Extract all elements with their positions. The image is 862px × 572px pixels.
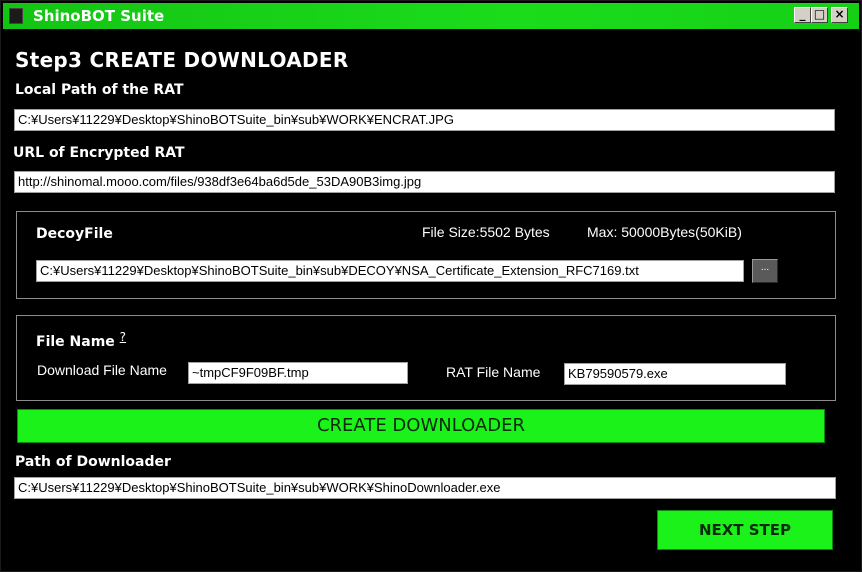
page-title: Step3 CREATE DOWNLOADER bbox=[15, 48, 349, 72]
local-path-field[interactable]: C:¥Users¥11229¥Desktop¥ShinoBOTSuite_bin… bbox=[14, 109, 835, 131]
download-file-name-label: Download File Name bbox=[37, 362, 167, 378]
local-path-label: Local Path of the RAT bbox=[15, 82, 184, 98]
file-name-label-text: File Name bbox=[36, 334, 115, 350]
title-bar[interactable]: ShinoBOT Suite _ □ × bbox=[3, 3, 859, 29]
downloader-path-label: Path of Downloader bbox=[15, 454, 171, 470]
window-title: ShinoBOT Suite bbox=[33, 7, 165, 25]
file-name-group: File Name ? Download File Name ~tmpCF9F0… bbox=[16, 315, 836, 401]
create-downloader-button[interactable]: CREATE DOWNLOADER bbox=[17, 409, 825, 443]
url-field[interactable]: http://shinomal.mooo.com/files/938df3e64… bbox=[14, 171, 835, 193]
app-icon bbox=[9, 8, 23, 24]
decoy-file-group: DecoyFile File Size:5502 Bytes Max: 5000… bbox=[16, 211, 836, 299]
main-panel: Step3 CREATE DOWNLOADER Local Path of th… bbox=[3, 31, 859, 567]
decoy-file-size: File Size:5502 Bytes bbox=[422, 224, 550, 240]
rat-file-name-label: RAT File Name bbox=[446, 364, 541, 380]
close-button[interactable]: × bbox=[831, 7, 848, 23]
file-name-label: File Name ? bbox=[36, 330, 126, 350]
file-name-help-link[interactable]: ? bbox=[120, 330, 126, 344]
decoy-max-size: Max: 50000Bytes(50KiB) bbox=[587, 224, 742, 240]
minimize-button[interactable]: _ bbox=[794, 7, 811, 23]
rat-file-name-field[interactable]: KB79590579.exe bbox=[564, 363, 786, 385]
next-step-button[interactable]: NEXT STEP bbox=[657, 510, 833, 550]
decoy-file-label: DecoyFile bbox=[36, 226, 113, 242]
app-window: ShinoBOT Suite _ □ × Step3 CREATE DOWNLO… bbox=[0, 0, 862, 572]
download-file-name-field[interactable]: ~tmpCF9F09BF.tmp bbox=[188, 362, 408, 384]
browse-decoy-button[interactable]: ... bbox=[752, 259, 778, 283]
maximize-button[interactable]: □ bbox=[811, 7, 828, 23]
decoy-file-field[interactable]: C:¥Users¥11229¥Desktop¥ShinoBOTSuite_bin… bbox=[36, 260, 744, 282]
downloader-path-field[interactable]: C:¥Users¥11229¥Desktop¥ShinoBOTSuite_bin… bbox=[14, 477, 836, 499]
url-label: URL of Encrypted RAT bbox=[13, 145, 185, 161]
